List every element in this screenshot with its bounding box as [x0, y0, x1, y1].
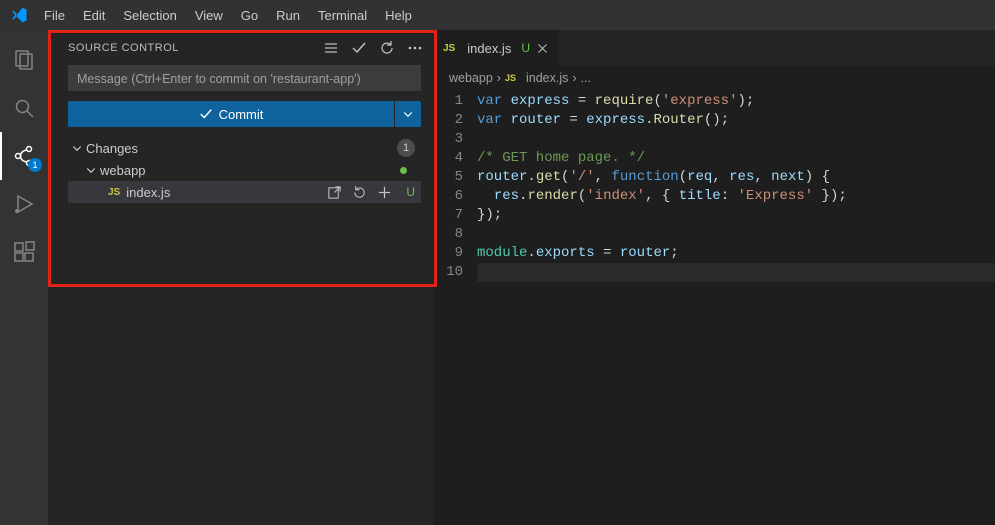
changes-count: 1 — [397, 139, 415, 157]
changes-section[interactable]: Changes 1 — [68, 137, 421, 159]
chevron-down-icon — [84, 164, 98, 176]
js-file-icon: JS — [505, 73, 516, 83]
chevron-right-icon: › — [497, 71, 501, 85]
close-icon[interactable] — [536, 42, 549, 55]
crumb-file[interactable]: index.js — [526, 71, 568, 85]
editor-area: JS index.js U webapp › JS index.js › ...… — [433, 30, 995, 525]
view-as-tree-icon[interactable] — [323, 40, 339, 56]
activity-run-debug[interactable] — [0, 180, 48, 228]
more-actions-icon[interactable] — [407, 40, 423, 56]
discard-changes-icon[interactable] — [352, 185, 367, 200]
crumb-tail[interactable]: ... — [581, 71, 591, 85]
menu-run[interactable]: Run — [268, 4, 308, 27]
panel-title: SOURCE CONTROL — [68, 42, 179, 54]
open-file-icon[interactable] — [327, 185, 342, 200]
chevron-right-icon: › — [572, 71, 576, 85]
status-dot — [400, 167, 407, 174]
commit-icon[interactable] — [351, 40, 367, 56]
menu-go[interactable]: Go — [233, 4, 266, 27]
code-editor[interactable]: 12345678910 var express = require('expre… — [433, 90, 995, 282]
commit-dropdown[interactable] — [395, 101, 421, 127]
scm-badge: 1 — [28, 158, 42, 172]
activity-extensions[interactable] — [0, 228, 48, 276]
commit-message-input[interactable]: Message (Ctrl+Enter to commit on 'restau… — [68, 65, 421, 91]
tabbar: JS index.js U — [433, 30, 995, 66]
vscode-icon — [10, 6, 28, 24]
menu-edit[interactable]: Edit — [75, 4, 113, 27]
menu-selection[interactable]: Selection — [115, 4, 184, 27]
commit-button[interactable]: Commit — [68, 101, 394, 127]
breadcrumb[interactable]: webapp › JS index.js › ... — [433, 66, 995, 90]
menubar: File Edit Selection View Go Run Terminal… — [36, 4, 420, 27]
activity-explorer[interactable] — [0, 36, 48, 84]
refresh-icon[interactable] — [379, 40, 395, 56]
file-label: index.js — [126, 185, 170, 200]
tab-status: U — [521, 41, 530, 56]
changes-label: Changes — [86, 141, 138, 156]
stage-changes-icon[interactable] — [377, 185, 392, 200]
folder-row[interactable]: webapp — [68, 159, 421, 181]
folder-label: webapp — [100, 163, 146, 178]
editor-tab[interactable]: JS index.js U — [433, 30, 560, 66]
source-control-panel: SOURCE CONTROL Message (Ctrl+Enter to co… — [48, 30, 433, 525]
titlebar: File Edit Selection View Go Run Terminal… — [0, 0, 995, 30]
line-gutter: 12345678910 — [433, 92, 477, 282]
js-file-icon: JS — [108, 187, 120, 198]
file-status: U — [406, 185, 415, 199]
code-lines[interactable]: var express = require('express'); var ro… — [477, 92, 995, 282]
tab-filename: index.js — [467, 41, 511, 56]
menu-help[interactable]: Help — [377, 4, 420, 27]
menu-view[interactable]: View — [187, 4, 231, 27]
js-file-icon: JS — [443, 43, 455, 54]
commit-button-label: Commit — [219, 107, 264, 122]
changed-file-row[interactable]: JS index.js U — [68, 181, 421, 203]
menu-terminal[interactable]: Terminal — [310, 4, 375, 27]
activitybar: 1 — [0, 30, 48, 525]
menu-file[interactable]: File — [36, 4, 73, 27]
chevron-down-icon — [70, 142, 84, 154]
activity-source-control[interactable]: 1 — [0, 132, 48, 180]
crumb-folder[interactable]: webapp — [449, 71, 493, 85]
activity-search[interactable] — [0, 84, 48, 132]
